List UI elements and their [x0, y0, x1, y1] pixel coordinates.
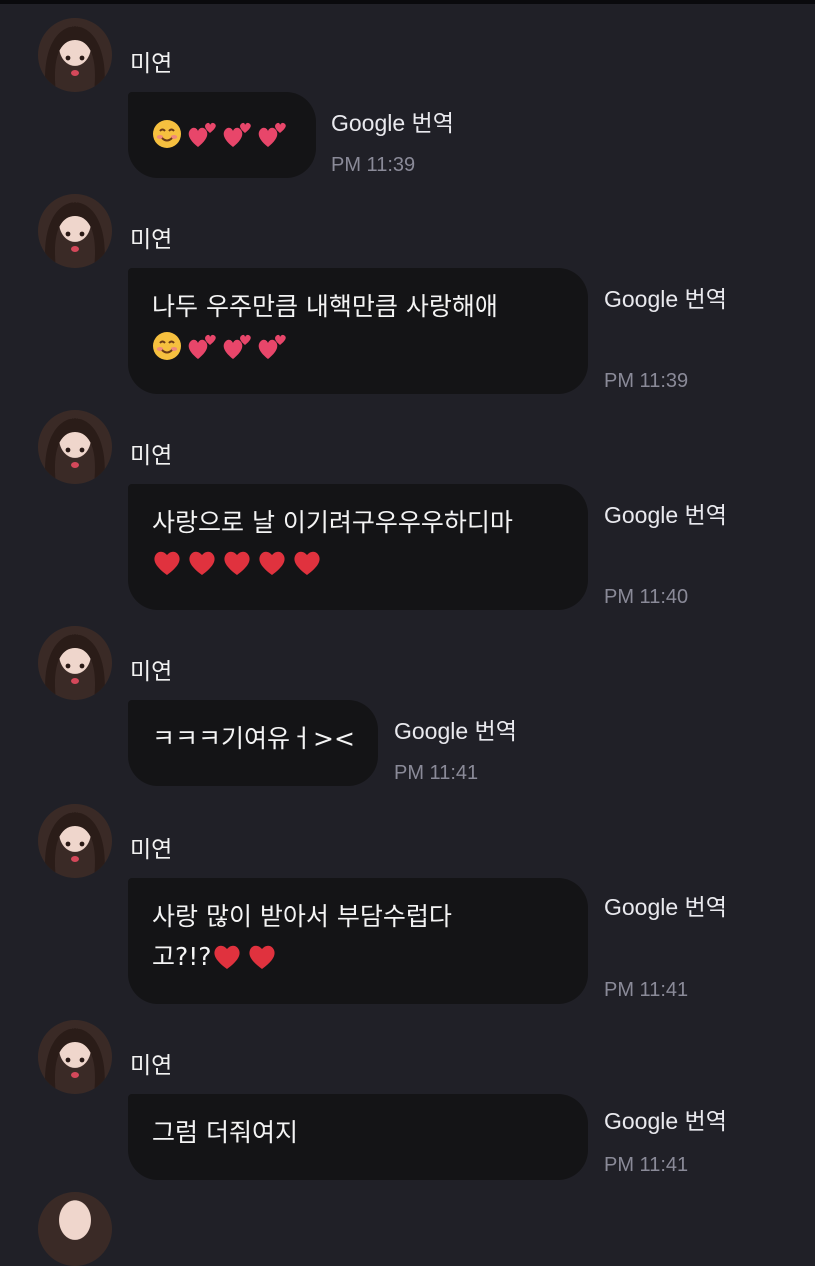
red-heart-emoji: [213, 945, 240, 969]
sender-name: 미연: [130, 837, 173, 863]
emoji-row: [212, 942, 282, 971]
red-heart-emoji: [259, 551, 285, 575]
sender-name: 미연: [130, 443, 173, 469]
red-heart-emoji: [224, 551, 250, 575]
message-text: 나두 우주만큼 내핵만큼 사랑해애: [152, 292, 498, 321]
google-translate-link[interactable]: Google 번역: [604, 280, 727, 314]
message-time: PM 11:40: [604, 586, 689, 608]
avatar[interactable]: [38, 194, 112, 268]
avatar[interactable]: [38, 1192, 112, 1266]
message-text: 고?!?: [152, 942, 212, 971]
google-translate-link[interactable]: Google 번역: [604, 496, 727, 530]
red-heart-emoji: [248, 945, 275, 969]
google-translate-link[interactable]: Google 번역: [604, 888, 727, 922]
red-heart-emoji: [154, 551, 180, 575]
message-time: PM 11:41: [604, 979, 689, 1001]
smiling-face-emoji: [153, 120, 181, 148]
message-bubble[interactable]: [128, 92, 316, 178]
two-hearts-emoji: [258, 122, 286, 147]
avatar[interactable]: [38, 626, 112, 700]
avatar[interactable]: [38, 410, 112, 484]
message-time: PM 11:39: [331, 154, 416, 176]
two-hearts-emoji: [188, 122, 216, 147]
message-bubble[interactable]: 사랑으로 날 이기려구우우우하디마: [128, 484, 588, 610]
message-text: 사랑으로 날 이기려구우우우하디마: [152, 508, 513, 537]
message-time: PM 11:39: [604, 370, 689, 392]
message-bubble[interactable]: 나두 우주만큼 내핵만큼 사랑해애: [128, 268, 588, 394]
avatar[interactable]: [38, 804, 112, 878]
avatar[interactable]: [38, 1020, 112, 1094]
sender-name: 미연: [130, 51, 173, 77]
emoji-row: [152, 543, 562, 583]
sender-name: 미연: [130, 659, 173, 685]
red-heart-emoji: [189, 551, 215, 575]
smiling-face-emoji: [153, 332, 181, 360]
emoji-row: [152, 327, 562, 367]
google-translate-link[interactable]: Google 번역: [604, 1102, 727, 1136]
two-hearts-emoji: [223, 334, 251, 359]
emoji-row: [152, 120, 291, 149]
message-text: 그럼 더줘여지: [152, 1118, 298, 1147]
message-bubble[interactable]: 사랑 많이 받아서 부담수럽다 고?!?: [128, 878, 588, 1004]
sender-name: 미연: [130, 227, 173, 253]
sender-name: 미연: [130, 1053, 173, 1079]
google-translate-link[interactable]: Google 번역: [394, 712, 517, 746]
message-bubble[interactable]: 그럼 더줘여지: [128, 1094, 588, 1180]
two-hearts-emoji: [188, 334, 216, 359]
top-bar: [0, 0, 815, 4]
avatar[interactable]: [38, 18, 112, 92]
google-translate-link[interactable]: Google 번역: [331, 104, 454, 138]
message-bubble[interactable]: ㅋㅋㅋ기여유ㅓ><: [128, 700, 378, 786]
two-hearts-emoji: [223, 122, 251, 147]
red-heart-emoji: [294, 551, 320, 575]
message-time: PM 11:41: [394, 762, 479, 784]
two-hearts-emoji: [258, 334, 286, 359]
message-text: 사랑 많이 받아서 부담수럽다: [152, 902, 452, 931]
message-text: ㅋㅋㅋ기여유ㅓ><: [152, 724, 355, 753]
message-time: PM 11:41: [604, 1154, 689, 1176]
